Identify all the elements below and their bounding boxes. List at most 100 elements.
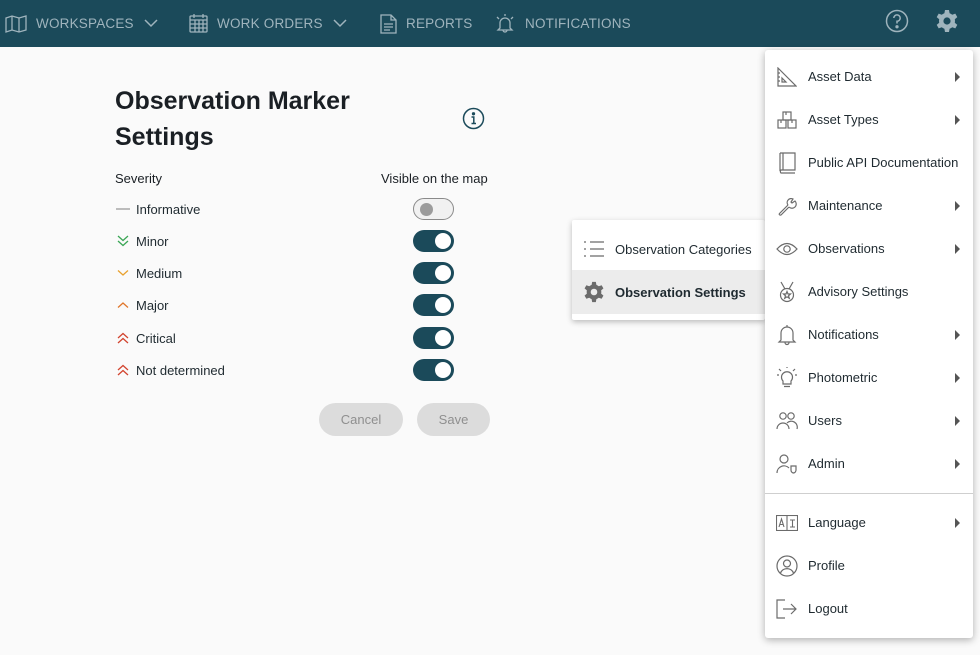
- admin-user-icon: [775, 452, 799, 476]
- menu-item-advisory-settings[interactable]: Advisory Settings: [765, 270, 973, 313]
- nav-notifications-label: NOTIFICATIONS: [525, 16, 631, 31]
- language-icon: [775, 511, 799, 535]
- menu-item-admin[interactable]: Admin: [765, 442, 973, 485]
- caret-right-icon: [955, 201, 960, 211]
- visibility-toggle-major[interactable]: [413, 294, 454, 316]
- toggle-knob: [420, 203, 433, 216]
- menu-item-label: Logout: [808, 601, 848, 616]
- visibility-toggle-minor[interactable]: [413, 230, 454, 252]
- observations-submenu: Observation Categories Observation Setti…: [572, 220, 765, 320]
- menu-item-users[interactable]: Users: [765, 399, 973, 442]
- ruler-triangle-icon: [775, 65, 799, 89]
- profile-icon: [775, 554, 799, 578]
- nav-work-orders-label: WORK ORDERS: [217, 16, 323, 31]
- menu-item-profile[interactable]: Profile: [765, 544, 973, 587]
- nav-notifications[interactable]: NOTIFICATIONS: [494, 0, 631, 47]
- severity-label: Informative: [136, 201, 201, 217]
- boxes-icon: [775, 108, 799, 132]
- chevron-down-icon: [115, 266, 130, 280]
- cancel-button[interactable]: Cancel: [319, 403, 403, 436]
- caret-right-icon: [955, 330, 960, 340]
- menu-item-label: Asset Data: [808, 69, 872, 84]
- document-icon: [380, 13, 397, 34]
- caret-right-icon: [955, 72, 960, 82]
- info-button[interactable]: [462, 107, 485, 130]
- settings-button[interactable]: [934, 9, 960, 38]
- gear-icon: [582, 280, 606, 304]
- visibility-toggle-medium[interactable]: [413, 262, 454, 284]
- severity-label: Not determined: [136, 362, 225, 378]
- caret-right-icon: [955, 416, 960, 426]
- menu-divider: [765, 493, 973, 494]
- visible-column-header: Visible on the map: [381, 171, 488, 186]
- help-button[interactable]: [884, 9, 910, 38]
- submenu-item-observation-categories[interactable]: Observation Categories: [572, 227, 765, 271]
- caret-right-icon: [955, 244, 960, 254]
- severity-row-informative: Informative: [115, 198, 200, 220]
- map-icon: [5, 14, 27, 33]
- help-circle-icon: [885, 9, 909, 38]
- double-chevron-up-icon: [115, 331, 130, 345]
- severity-label: Medium: [136, 265, 183, 281]
- save-button[interactable]: Save: [417, 403, 490, 436]
- toggle-knob: [435, 362, 451, 378]
- menu-item-label: Photometric: [808, 370, 878, 385]
- menu-item-label: Public API Documentation: [808, 155, 959, 170]
- nav-workspaces-label: WORKSPACES: [36, 16, 134, 31]
- double-chevron-down-icon: [115, 234, 130, 248]
- chevron-down-icon: [144, 19, 158, 28]
- menu-item-photometric[interactable]: Photometric: [765, 356, 973, 399]
- gear-icon: [935, 9, 959, 38]
- menu-item-public-api-documentation[interactable]: Public API Documentation: [765, 141, 973, 184]
- double-chevron-up-icon: [115, 363, 130, 377]
- visibility-toggle-not-determined[interactable]: [413, 359, 454, 381]
- chevron-up-icon: [115, 298, 130, 312]
- menu-item-label: Maintenance: [808, 198, 883, 213]
- caret-right-icon: [955, 115, 960, 125]
- menu-item-asset-types[interactable]: Asset Types: [765, 98, 973, 141]
- nav-work-orders[interactable]: WORK ORDERS: [189, 0, 347, 47]
- menu-item-asset-data[interactable]: Asset Data: [765, 55, 973, 98]
- severity-label: Minor: [136, 233, 169, 249]
- nav-reports[interactable]: REPORTS: [380, 0, 472, 47]
- menu-item-label: Admin: [808, 456, 845, 471]
- severity-label: Critical: [136, 330, 176, 346]
- severity-label: Major: [136, 297, 169, 313]
- toggle-knob: [435, 330, 451, 346]
- toggle-knob: [435, 233, 451, 249]
- submenu-item-label: Observation Categories: [615, 241, 752, 257]
- settings-dropdown-menu: Asset Data Asset Types Public API Docume…: [765, 50, 973, 638]
- menu-item-label: Observations: [808, 241, 885, 256]
- menu-item-label: Asset Types: [808, 112, 879, 127]
- menu-item-logout[interactable]: Logout: [765, 587, 973, 630]
- users-icon: [775, 409, 799, 433]
- eye-icon: [775, 237, 799, 261]
- severity-row-not-determined: Not determined: [115, 359, 225, 381]
- menu-item-notifications[interactable]: Notifications: [765, 313, 973, 356]
- menu-item-language[interactable]: Language: [765, 501, 973, 544]
- submenu-item-label: Observation Settings: [615, 284, 746, 300]
- book-icon: [775, 151, 799, 175]
- nav-workspaces[interactable]: WORKSPACES: [5, 0, 158, 47]
- toggle-knob: [435, 265, 451, 281]
- medal-icon: [775, 280, 799, 304]
- caret-right-icon: [955, 373, 960, 383]
- menu-item-label: Advisory Settings: [808, 284, 909, 299]
- menu-item-label: Profile: [808, 558, 845, 573]
- menu-item-maintenance[interactable]: Maintenance: [765, 184, 973, 227]
- bell-icon: [775, 323, 799, 347]
- menu-item-observations[interactable]: Observations: [765, 227, 973, 270]
- wrench-icon: [775, 194, 799, 218]
- top-navigation-bar: WORKSPACES WORK ORDERS REPORTS NOTIFICAT…: [0, 0, 980, 47]
- submenu-item-observation-settings[interactable]: Observation Settings: [572, 270, 765, 314]
- nav-reports-label: REPORTS: [406, 16, 473, 31]
- visibility-toggle-informative[interactable]: [413, 198, 454, 220]
- severity-row-minor: Minor: [115, 230, 169, 252]
- page-title: Observation Marker Settings: [115, 87, 350, 151]
- calendar-grid-icon: [189, 14, 208, 33]
- visibility-toggle-critical[interactable]: [413, 327, 454, 349]
- menu-item-label: Language: [808, 515, 866, 530]
- menu-item-label: Users: [808, 413, 842, 428]
- info-icon: [462, 107, 485, 134]
- caret-right-icon: [955, 518, 960, 528]
